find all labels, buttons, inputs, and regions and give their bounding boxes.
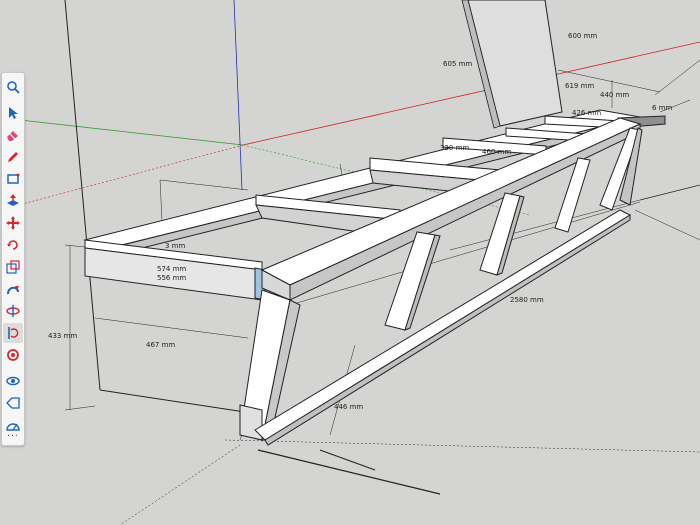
orbit-tool-button[interactable]: [3, 371, 23, 391]
dim-600: 600 mm: [568, 32, 597, 40]
search-tool-button[interactable]: [3, 77, 23, 97]
model-viewport[interactable]: 600 mm 605 mm 619 mm 440 mm 426 mm 6 mm …: [0, 0, 700, 525]
orbit-icon: [6, 376, 20, 386]
select-tool-button[interactable]: [3, 103, 23, 123]
dim-440: 440 mm: [600, 91, 629, 99]
follow-me-icon: [7, 286, 19, 295]
flip-tool-button[interactable]: [3, 301, 23, 321]
push-pull-icon: [7, 194, 19, 206]
dim-2580: 2580 mm: [510, 296, 544, 304]
pencil-tool-button[interactable]: [3, 147, 23, 167]
dim-3: 3 mm: [165, 242, 185, 250]
rotate-icon: [7, 240, 18, 250]
rectangle-icon: [7, 173, 20, 184]
rotate-tool-button[interactable]: [3, 235, 23, 255]
push-pull-tool-button[interactable]: [3, 191, 23, 211]
move-icon: [6, 216, 20, 230]
move-tool-button[interactable]: [3, 213, 23, 233]
select-arrow-icon: [9, 107, 18, 119]
paint-bucket-icon: [7, 349, 19, 361]
eraser-tool-button[interactable]: [3, 125, 23, 145]
scale-icon: [6, 260, 20, 274]
scale-tool-button[interactable]: [3, 257, 23, 277]
search-icon: [7, 81, 20, 94]
paint-bucket-tool-button[interactable]: [3, 345, 23, 365]
rectangle-tool-button[interactable]: [3, 169, 23, 189]
dim-433: 433 mm: [48, 332, 77, 340]
dim-574: 574 mm: [157, 265, 186, 273]
eraser-icon: [7, 131, 18, 141]
dim-6: 6 mm: [652, 104, 672, 112]
more-tools-button[interactable]: ...: [2, 429, 24, 439]
dim-605: 605 mm: [443, 60, 472, 68]
tag-icon: [6, 397, 20, 409]
dim-320: 320 mm: [440, 144, 469, 152]
dim-460: 460 mm: [482, 148, 511, 156]
tape-measure-icon: [8, 327, 19, 339]
flip-icon: [6, 305, 20, 317]
dim-556: 556 mm: [157, 274, 186, 282]
tape-measure-tool-button[interactable]: [3, 323, 23, 343]
dim-446: 446 mm: [334, 403, 363, 411]
dim-426: 426 mm: [572, 109, 601, 117]
follow-me-tool-button[interactable]: [3, 279, 23, 299]
tag-tool-button[interactable]: [3, 393, 23, 413]
dim-467: 467 mm: [146, 341, 175, 349]
pencil-icon: [8, 152, 18, 162]
dim-619: 619 mm: [565, 82, 594, 90]
tool-palette: ...: [1, 72, 25, 446]
